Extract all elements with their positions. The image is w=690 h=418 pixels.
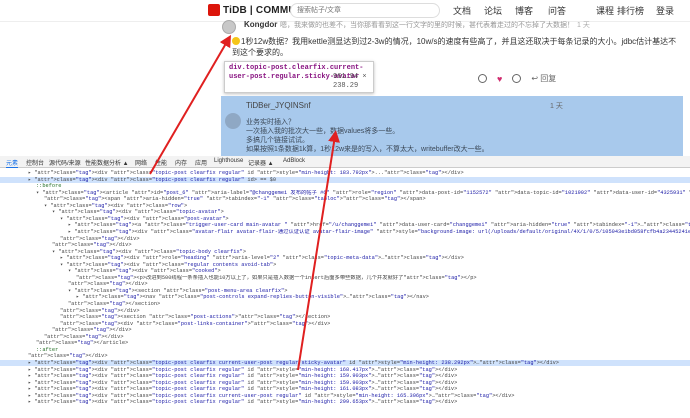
- login-button[interactable]: 登录: [656, 4, 674, 17]
- tab-sources[interactable]: 源代码/来源: [49, 158, 81, 167]
- dom-tree-line[interactable]: ▾ "attr">class="tag"><div "attr">class="…: [0, 216, 690, 223]
- dom-tree-line[interactable]: ▸ "attr">class="tag"><div "attr">class="…: [0, 359, 690, 367]
- post-username[interactable]: Kongdor: [244, 20, 277, 29]
- avatar[interactable]: [225, 113, 241, 129]
- tab-performance-insights[interactable]: 性能数据分析 ▲: [85, 158, 129, 167]
- dom-tree-line[interactable]: ▸ "attr">class="tag"><div "attr">class="…: [0, 170, 690, 177]
- dom-tree-line[interactable]: "attr">class="tag"></div>: [0, 353, 690, 360]
- dom-tree-line[interactable]: "attr">class="tag"></div>: [0, 308, 690, 315]
- nav-courses[interactable]: 课程: [596, 4, 614, 17]
- dom-tree-line[interactable]: "attr">class="tag"></section>: [0, 301, 690, 308]
- post-line: 如果按照1条数据1k算，1秒12w来是的写入，不算太大，writebuffer改…: [246, 146, 489, 153]
- like-icon[interactable]: [478, 74, 487, 83]
- reply-label: 回复: [540, 74, 557, 83]
- emoji-icon: [232, 37, 240, 45]
- tab-elements[interactable]: 元素: [6, 158, 19, 168]
- post-body: 业务实时插入？ 一次插入我的批次大一些，数据values将多一些。 多搞几个链接…: [246, 118, 489, 154]
- top-navbar: TiDB | COMMUNITY 文档 论坛 博客 问答 课程 排行榜 登录: [0, 0, 690, 22]
- dom-tree-line[interactable]: "attr">class="tag"><p>改进到500线程一条条插入也能10万…: [0, 275, 690, 282]
- dom-tree-line[interactable]: ▸ "attr">class="tag"><div "attr">class="…: [0, 399, 690, 406]
- reply-button[interactable]: ↩ 回复: [531, 73, 556, 84]
- post-actions: ♥ ↩ 回复: [478, 73, 556, 84]
- post-reply-snippet: 嗯，我来做的也差不，当你那看看到这一行文字的里的时候，甚代表着走过的不忘掉了大数…: [280, 22, 574, 29]
- nav-blog[interactable]: 博客: [515, 4, 533, 17]
- dom-tree-line[interactable]: "attr">class="tag"></div>: [0, 236, 690, 243]
- tab-memory[interactable]: 内存: [175, 158, 187, 167]
- nav-leaderboard[interactable]: 排行榜: [617, 4, 644, 17]
- dom-tree-line[interactable]: "attr">class="tag"></div>: [0, 242, 690, 249]
- dom-tree-line[interactable]: "attr">class="tag"></div>: [0, 334, 690, 341]
- dom-tree-line[interactable]: ▾ "attr">class="tag"><article "attr">id=…: [0, 190, 690, 197]
- dom-tree-line[interactable]: ▸ "attr">class="tag"><div "attr">class="…: [0, 367, 690, 374]
- dom-tree-line[interactable]: ▾ "attr">class="tag"><section "attr">cla…: [0, 288, 690, 295]
- tab-lighthouse[interactable]: Lighthouse: [214, 158, 243, 164]
- tab-adblock[interactable]: AdBlock: [283, 158, 305, 164]
- dom-tree-line[interactable]: ▸ "attr">class="tag"><div "attr">role="h…: [0, 255, 690, 262]
- screenshot-root: TiDB | COMMUNITY 文档 论坛 博客 问答 课程 排行榜 登录 K…: [0, 0, 690, 418]
- post-body-text: 1秒12w数据？我用kettle测显达到过2-3w的情况，10w/s的速度有些高…: [232, 37, 677, 57]
- dom-tree-line[interactable]: ▸ "attr">class="tag"><a "attr">class="tr…: [0, 222, 690, 229]
- dom-tree-line[interactable]: ::after: [0, 347, 690, 354]
- dom-tree-line[interactable]: ▸ "attr">class="tag"><div "attr">class="…: [0, 229, 690, 236]
- post-line: 一次插入我的批次大一些，数据values将多一些。: [246, 128, 400, 135]
- dom-tree-line[interactable]: ▸ "attr">class="tag"><div "attr">class="…: [0, 386, 690, 393]
- reply-icon: ↩: [531, 74, 539, 83]
- dom-tree-line[interactable]: "attr">class="tag"></div>: [0, 281, 690, 288]
- post-body: 1秒12w数据？我用kettle测显达到过2-3w的情况，10w/s的速度有些高…: [232, 36, 682, 58]
- dom-tree: ▸ "attr">class="tag"><div "attr">class="…: [0, 168, 690, 418]
- dom-tree-line[interactable]: ▸ "attr">class="tag"><nav "attr">class="…: [0, 294, 690, 301]
- dom-tree-line[interactable]: ▸ "attr">class="tag"><div "attr">class="…: [0, 176, 690, 184]
- tab-console[interactable]: 控制台: [26, 158, 44, 167]
- search-input[interactable]: [290, 3, 440, 18]
- dom-tree-line[interactable]: ▾ "attr">class="tag"><div "attr">class="…: [0, 268, 690, 275]
- nav-forum[interactable]: 论坛: [484, 4, 502, 17]
- dom-tree-line[interactable]: "attr">class="tag"><div "attr">class="po…: [0, 321, 690, 328]
- tab-performance[interactable]: 性能: [155, 158, 167, 167]
- tab-recorder[interactable]: 记录器 ▲: [248, 158, 274, 167]
- post-line: 业务实时插入？: [246, 119, 295, 126]
- dom-tree-line[interactable]: "attr">class="tag"><section "attr">class…: [0, 314, 690, 321]
- inspector-tooltip: div.topic-post.clearfix.current-user-pos…: [224, 61, 374, 93]
- dom-tree-line[interactable]: ▸ "attr">class="tag"><div "attr">class="…: [0, 393, 690, 400]
- post-username[interactable]: TiDBer_JYQINSnf: [246, 101, 311, 110]
- avatar[interactable]: [222, 20, 236, 34]
- tab-network[interactable]: 网络: [135, 158, 147, 167]
- dom-tree-line[interactable]: ▾ "attr">class="tag"><div "attr">class="…: [0, 249, 690, 256]
- nav-docs[interactable]: 文档: [453, 4, 471, 17]
- heart-icon[interactable]: ♥: [497, 74, 502, 84]
- dom-tree-line[interactable]: ▾ "attr">class="tag"><div "attr">class="…: [0, 262, 690, 269]
- dom-tree-line[interactable]: ▸ "attr">class="tag"><div "attr">class="…: [0, 373, 690, 380]
- post-time: 1 天: [550, 103, 563, 110]
- dom-tree-line[interactable]: "attr">class="tag"></article>: [0, 340, 690, 347]
- dom-tree-line[interactable]: "attr">class="tag"></div>: [0, 327, 690, 334]
- dom-tree-line[interactable]: ▸ "attr">class="tag"><div "attr">class="…: [0, 380, 690, 387]
- tab-application[interactable]: 应用: [195, 158, 207, 167]
- more-icon[interactable]: [512, 74, 522, 83]
- post-line: 多搞几个链接试试。: [246, 137, 309, 144]
- tooltip-dimensions: 961.94 × 238.29: [333, 73, 367, 90]
- nav-qa[interactable]: 问答: [548, 4, 566, 17]
- dom-tree-line[interactable]: ▾ "attr">class="tag"><div "attr">class="…: [0, 209, 690, 216]
- arrow-to-kongdor-avatar: [149, 34, 232, 175]
- dom-tree-line[interactable]: "attr">class="tag"><span "attr">aria-hid…: [0, 196, 690, 203]
- post-time: 1 天: [577, 22, 590, 29]
- tidb-logo-icon: [208, 4, 220, 16]
- dom-tree-line[interactable]: ▾ "attr">class="tag"><div "attr">class="…: [0, 203, 690, 210]
- devtools-tabbar: 元素 控制台 源代码/来源 性能数据分析 ▲ 网络 性能 内存 应用 Light…: [0, 156, 690, 168]
- dom-tree-line[interactable]: ::before: [0, 183, 690, 190]
